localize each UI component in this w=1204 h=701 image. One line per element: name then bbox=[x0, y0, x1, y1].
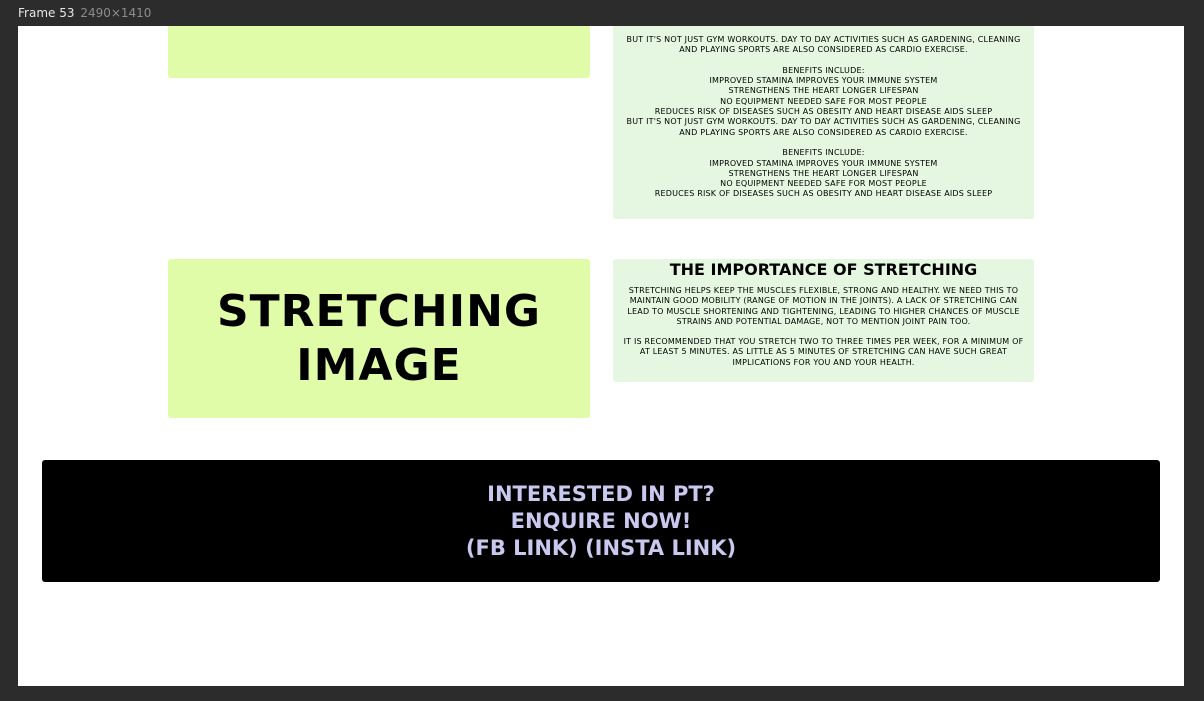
cardio-paragraph: BUT IT'S NOT JUST GYM WORKOUTS. DAY TO D… bbox=[626, 35, 1021, 199]
cardio-text-panel[interactable]: BUT IT'S NOT JUST GYM WORKOUTS. DAY TO D… bbox=[613, 26, 1034, 219]
cta-banner[interactable]: INTERESTED IN PT? ENQUIRE NOW! (FB LINK)… bbox=[42, 460, 1160, 582]
frame-dimensions: 2490×1410 bbox=[80, 6, 152, 20]
stretching-image-label: STRETCHING IMAGE bbox=[217, 285, 541, 393]
stretching-image-placeholder[interactable]: STRETCHING IMAGE bbox=[168, 259, 590, 418]
stretching-paragraph-2: IT IS RECOMMENDED THAT YOU STRETCH TWO T… bbox=[623, 337, 1024, 367]
cardio-image-placeholder[interactable] bbox=[168, 26, 590, 78]
stretching-text-panel[interactable]: THE IMPORTANCE OF STRETCHING STRETCHING … bbox=[613, 259, 1034, 382]
cta-headline: INTERESTED IN PT? bbox=[487, 481, 715, 506]
stretching-image-label-line1: STRETCHING bbox=[216, 285, 542, 337]
cta-social-links[interactable]: (FB LINK) (INSTA LINK) bbox=[466, 535, 736, 562]
design-canvas[interactable]: BUT IT'S NOT JUST GYM WORKOUTS. DAY TO D… bbox=[18, 26, 1184, 686]
stretching-title: THE IMPORTANCE OF STRETCHING bbox=[669, 260, 978, 279]
stretching-image-label-line2: IMAGE bbox=[296, 339, 462, 391]
frame-name: Frame 53 bbox=[18, 6, 75, 20]
stretching-paragraph-1: STRETCHING HELPS KEEP THE MUSCLES FLEXIB… bbox=[627, 286, 1020, 326]
cta-enquire: ENQUIRE NOW! bbox=[510, 508, 692, 533]
frame-label[interactable]: Frame 53 2490×1410 bbox=[18, 6, 151, 20]
